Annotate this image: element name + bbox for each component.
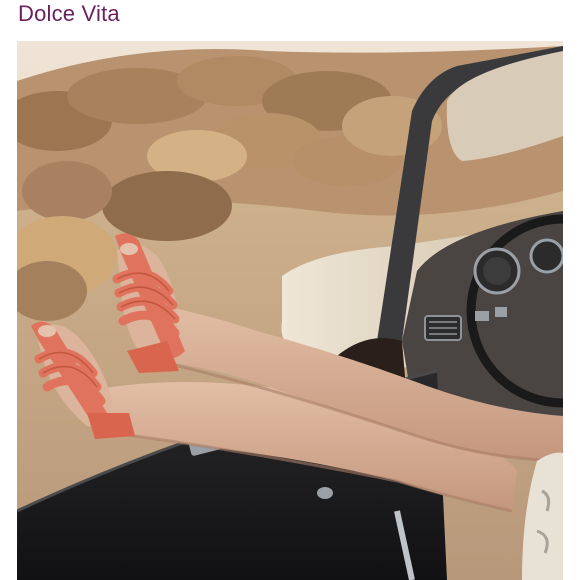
- sandal-heel-lower: [87, 413, 135, 439]
- gauge-right: [529, 238, 563, 274]
- product-photo[interactable]: [17, 41, 563, 580]
- photo-illustration: [17, 41, 563, 580]
- brand-title: Dolce Vita: [18, 1, 120, 26]
